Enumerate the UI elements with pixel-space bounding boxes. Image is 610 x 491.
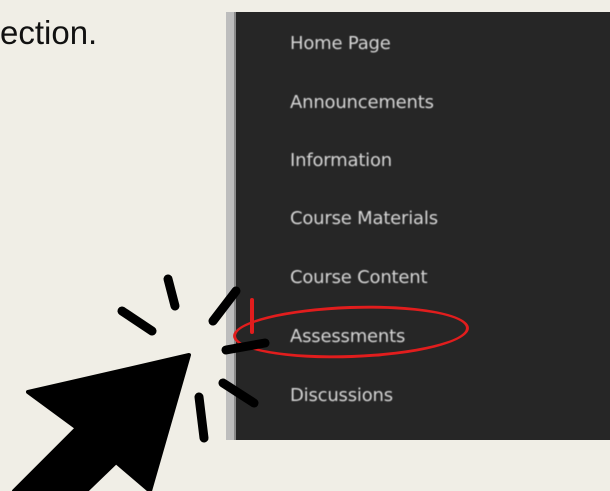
burst-line [218,378,259,408]
burst-line [117,306,157,336]
burst-line [221,338,270,355]
pointer-arrow-icon [12,353,191,491]
click-cursor-icon [12,274,270,491]
burst-line [208,286,241,326]
burst-line [194,392,209,443]
burst-line [163,274,180,311]
